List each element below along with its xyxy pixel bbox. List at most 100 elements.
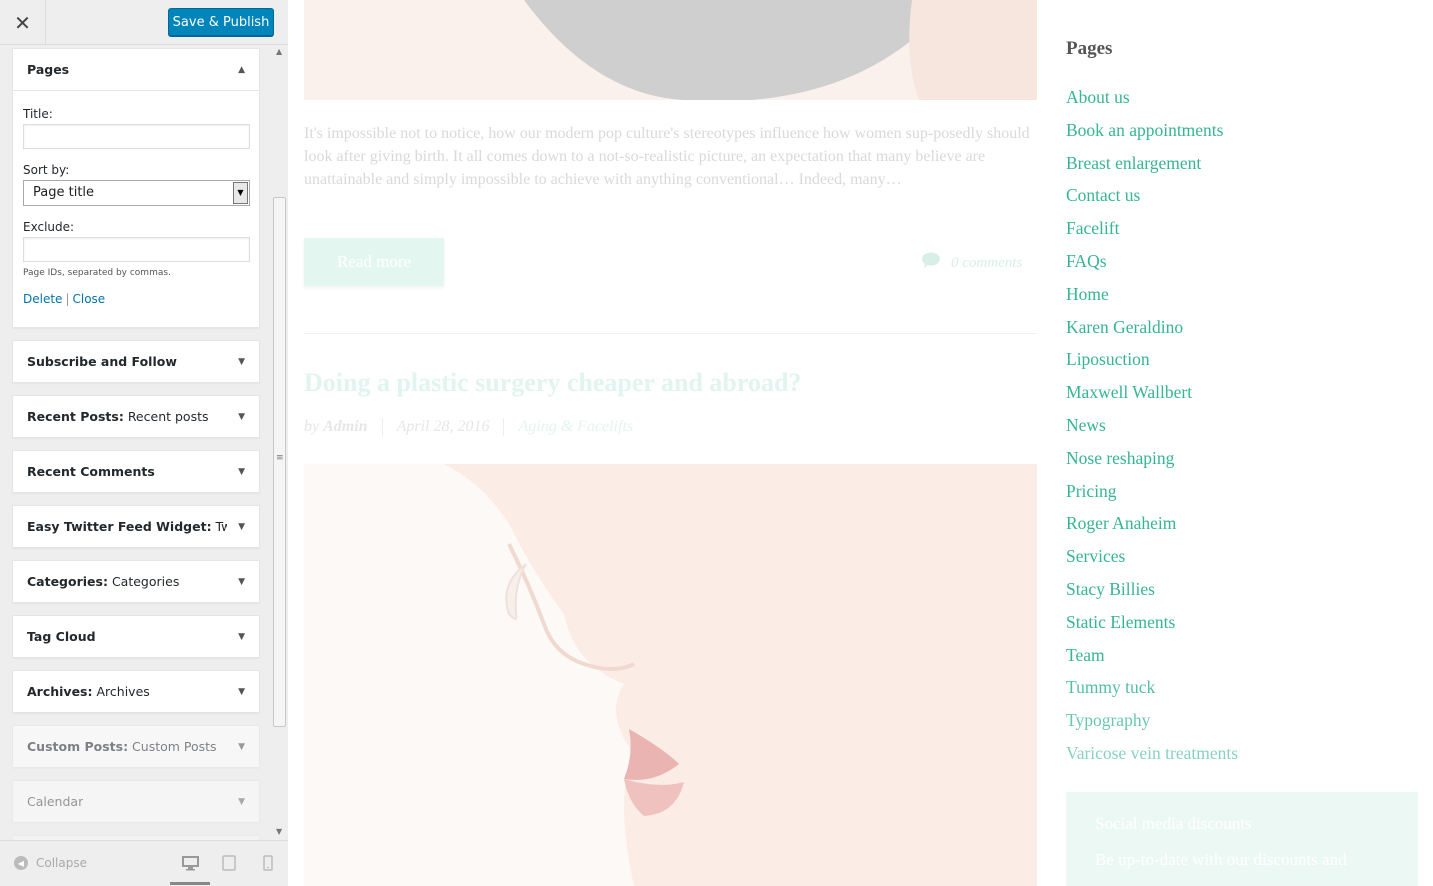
widget-subscribe-follow[interactable]: Subscribe and Follow ▼	[12, 340, 260, 383]
widget-title: Recent Posts: Recent posts	[27, 409, 209, 424]
sort-by-select[interactable]: Page title ▼	[23, 180, 250, 206]
arrow-down-icon[interactable]: ▼	[238, 577, 245, 587]
pages-widget-preview: Pages About us Book an appointments Brea…	[1066, 36, 1238, 775]
meta-separator	[503, 418, 505, 436]
meta-category[interactable]: Aging & Facelifts	[518, 418, 633, 436]
page-link-varicose-vein[interactable]: Varicose vein treatments	[1066, 742, 1238, 775]
widget-categories[interactable]: Categories: Categories ▼	[12, 560, 260, 603]
arrow-down-icon[interactable]: ▼	[238, 522, 245, 532]
meta-date: April 28, 2016	[396, 418, 490, 435]
pages-heading: Pages	[1066, 38, 1113, 59]
page-link-nose-reshaping[interactable]: Nose reshaping	[1066, 447, 1238, 480]
meta-author[interactable]: Admin	[323, 418, 367, 436]
post-meta: by Admin April 28, 2016 Aging & Facelift…	[304, 418, 633, 436]
arrow-down-icon[interactable]: ▼	[238, 687, 245, 697]
title-label: Title:	[23, 107, 53, 121]
widget-title: Calendar	[27, 794, 84, 809]
widget-recent-comments[interactable]: Recent Comments ▼	[12, 450, 260, 493]
customizer-sidebar: ✕ Save & Publish Pages ▲ Title: Sort by:…	[0, 0, 288, 886]
page-link-typography[interactable]: Typography	[1066, 709, 1238, 742]
page-link-tummy-tuck[interactable]: Tummy tuck	[1066, 676, 1238, 709]
widget-calendar[interactable]: Calendar ▼	[12, 780, 260, 823]
post-title[interactable]: Doing a plastic surgery cheaper and abro…	[304, 368, 801, 398]
tablet-icon[interactable]	[219, 853, 239, 873]
widget-title: Custom Posts: Custom Posts	[27, 739, 217, 754]
page-link-roger-anaheim[interactable]: Roger Anaheim	[1066, 512, 1238, 545]
widget-title: Tag Cloud	[27, 629, 96, 644]
page-link-static-elements[interactable]: Static Elements	[1066, 611, 1238, 644]
read-more-button[interactable]: Read more	[304, 238, 444, 286]
widget-recent-posts[interactable]: Recent Posts: Recent posts ▼	[12, 395, 260, 438]
sort-label: Sort by:	[23, 163, 70, 177]
arrow-down-icon[interactable]: ▼	[238, 632, 245, 642]
comments-link[interactable]: 0 comments	[921, 252, 1022, 274]
social-text: Be up-to-date with our discounts and	[1095, 850, 1347, 869]
social-title: Social media discounts	[1095, 814, 1252, 833]
page-link-breast-enlargement[interactable]: Breast enlargement	[1066, 152, 1238, 185]
widget-pages: Pages ▲ Title: Sort by: Page title ▼ Exc…	[12, 48, 260, 328]
widget-actions: Delete | Close	[23, 292, 249, 306]
page-link-pricing[interactable]: Pricing	[1066, 480, 1238, 513]
page-link-liposuction[interactable]: Liposuction	[1066, 348, 1238, 381]
page-link-news[interactable]: News	[1066, 414, 1238, 447]
arrow-down-icon[interactable]: ▼	[238, 742, 245, 752]
collapse-button[interactable]: ◀ Collapse	[14, 856, 87, 870]
link-separator: |	[65, 292, 70, 306]
page-link-stacy-billies[interactable]: Stacy Billies	[1066, 578, 1238, 611]
arrow-down-icon[interactable]: ▼	[238, 357, 245, 367]
exclude-hint: Page IDs, separated by commas.	[23, 268, 171, 278]
exclude-label: Exclude:	[23, 220, 75, 234]
post-excerpt: It's impossible not to notice, how our m…	[304, 125, 1030, 188]
arrow-up-icon[interactable]: ▲	[238, 65, 245, 75]
page-link-faqs[interactable]: FAQs	[1066, 250, 1238, 283]
page-link-karen-geraldino[interactable]: Karen Geraldino	[1066, 316, 1238, 349]
delete-link[interactable]: Delete	[23, 292, 62, 306]
title-input[interactable]	[23, 124, 250, 149]
arrow-down-icon[interactable]: ▼	[238, 467, 245, 477]
page-link-book-appointments[interactable]: Book an appointments	[1066, 119, 1238, 152]
exclude-input[interactable]	[23, 237, 250, 262]
widget-title: Recent Comments	[27, 464, 155, 479]
comment-icon	[921, 252, 941, 274]
meta-by: by	[304, 418, 320, 435]
close-link[interactable]: Close	[72, 292, 105, 306]
page-link-services[interactable]: Services	[1066, 545, 1238, 578]
widget-archives[interactable]: Archives: Archives ▼	[12, 670, 260, 713]
page-link-contact-us[interactable]: Contact us	[1066, 184, 1238, 217]
save-publish-button[interactable]: Save & Publish	[168, 8, 274, 36]
desktop-icon[interactable]	[180, 853, 200, 873]
customizer-footer: ◀ Collapse	[0, 840, 288, 886]
mobile-icon[interactable]	[258, 853, 278, 873]
page-link-home[interactable]: Home	[1066, 283, 1238, 316]
page-link-team[interactable]: Team	[1066, 644, 1238, 677]
active-device-indicator	[170, 882, 210, 885]
social-discounts-box: Social media discounts Be up-to-date wit…	[1066, 792, 1418, 886]
meta-separator	[381, 418, 383, 436]
post-divider	[304, 333, 1037, 334]
post-featured-image[interactable]	[304, 464, 1037, 886]
post-featured-image[interactable]	[304, 0, 1037, 100]
site-preview: It's impossible not to notice, how our m…	[289, 0, 1433, 886]
widgets-panel: Pages ▲ Title: Sort by: Page title ▼ Exc…	[0, 45, 272, 840]
page-link-maxwell-wallbert[interactable]: Maxwell Wallbert	[1066, 381, 1238, 414]
grip-icon: ≡	[276, 453, 284, 463]
widget-custom-posts[interactable]: Custom Posts: Custom Posts ▼	[12, 725, 260, 768]
page-link-about-us[interactable]: About us	[1066, 86, 1238, 119]
widget-title: Easy Twitter Feed Widget: Twi...	[27, 519, 227, 534]
scroll-down-icon[interactable]: ▼	[276, 827, 282, 836]
scrollbar[interactable]: ▲ ≡ ▼	[272, 45, 288, 840]
widget-easy-twitter-feed[interactable]: Easy Twitter Feed Widget: Twi... ▼	[12, 505, 260, 548]
scrollbar-thumb[interactable]: ≡	[273, 197, 286, 727]
pages-widget-form: Title: Sort by: Page title ▼ Exclude: Pa…	[13, 91, 259, 306]
scroll-up-icon[interactable]: ▲	[276, 47, 282, 56]
widget-pages-header[interactable]: Pages ▲	[13, 49, 259, 91]
arrow-down-icon[interactable]: ▼	[238, 797, 245, 807]
widget-tag-cloud[interactable]: Tag Cloud ▼	[12, 615, 260, 658]
page-link-facelift[interactable]: Facelift	[1066, 217, 1238, 250]
collapse-label: Collapse	[36, 856, 87, 870]
chevron-down-icon[interactable]: ▼	[233, 182, 248, 204]
widget-title: Archives: Archives	[27, 684, 150, 699]
widget-title: Categories: Categories	[27, 574, 180, 589]
close-icon[interactable]: ✕	[0, 0, 46, 45]
arrow-down-icon[interactable]: ▼	[238, 412, 245, 422]
